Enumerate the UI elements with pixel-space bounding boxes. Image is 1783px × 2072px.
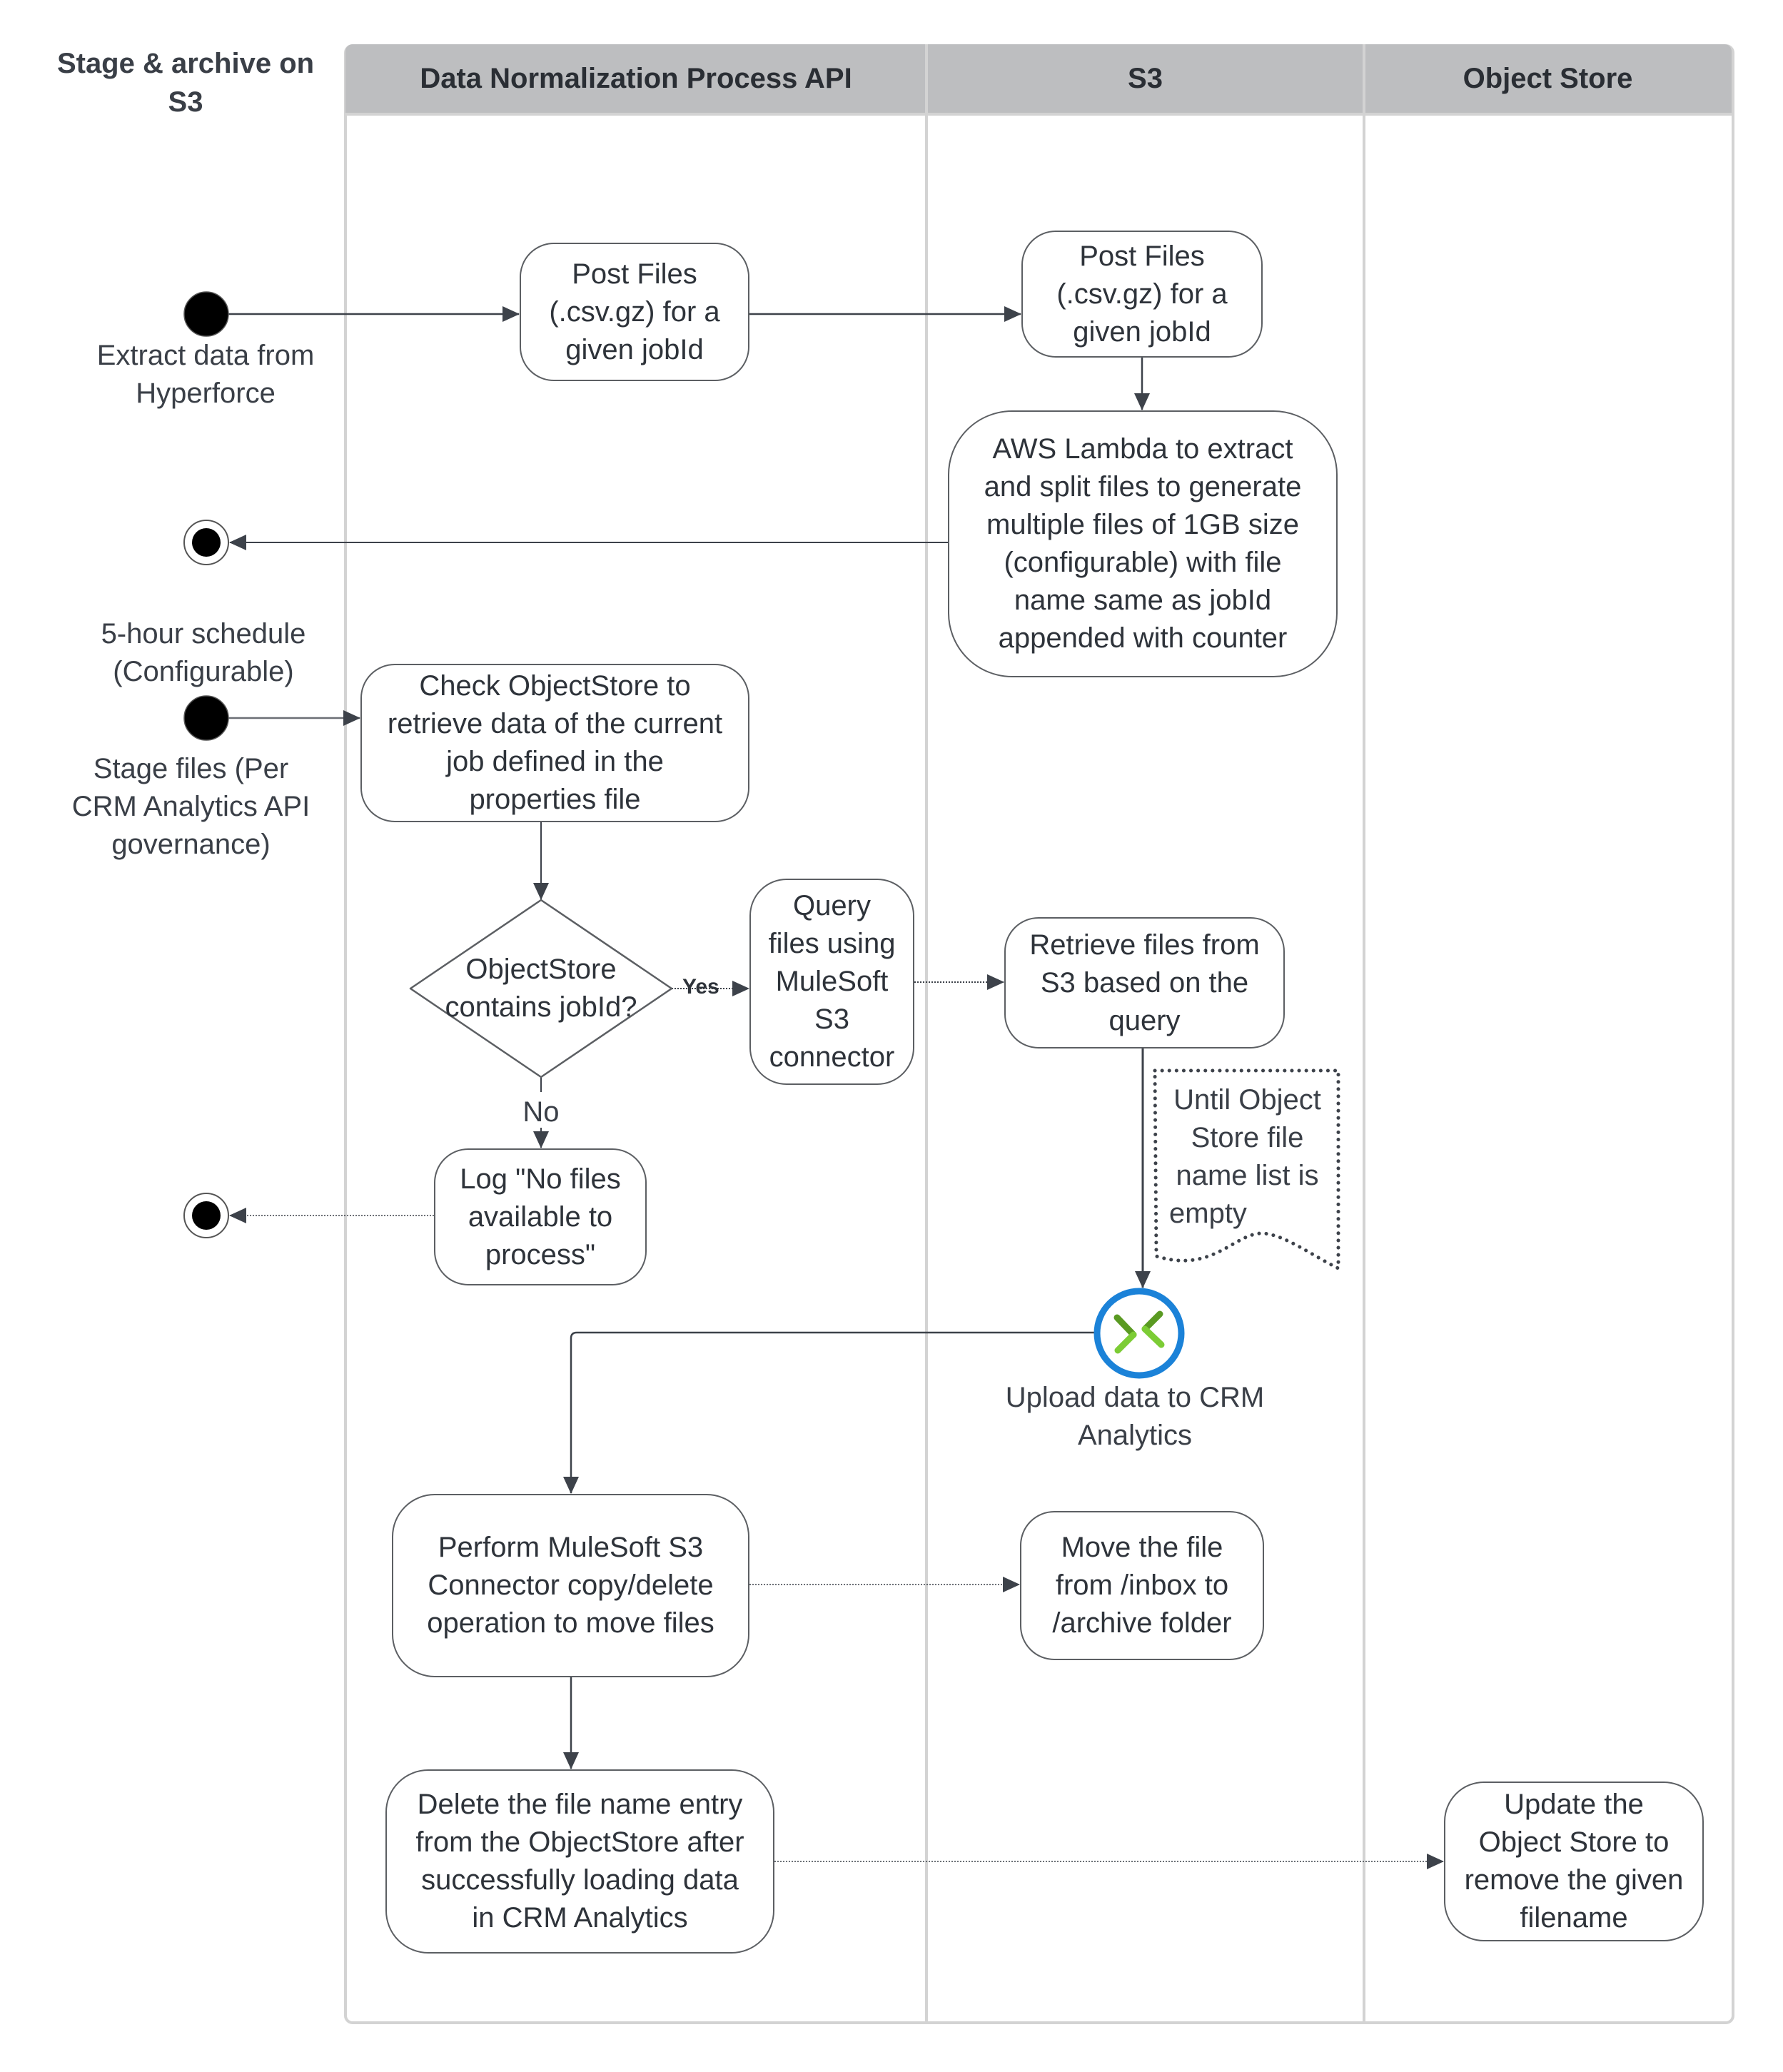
node-update-objectstore[interactable]: Update the Object Store to remove the gi…: [1444, 1782, 1704, 1941]
note-line: name list is: [1176, 1160, 1319, 1191]
node-text: properties file: [469, 784, 641, 815]
node-text: operation to move files: [427, 1607, 714, 1639]
node-text: from the ObjectStore after: [415, 1826, 744, 1858]
node-text: files using: [768, 928, 896, 959]
node-text: (.csv.gz) for a: [1056, 278, 1228, 310]
node-text: Object Store to: [1478, 1826, 1670, 1858]
end-node-1-core: [192, 528, 221, 557]
node-text: from /inbox to: [1055, 1570, 1229, 1601]
label-line: Stage files (Per: [93, 753, 289, 784]
note-line: Store file: [1191, 1122, 1304, 1153]
node-post-files-s3[interactable]: Post Files (.csv.gz) for a given jobId: [1021, 231, 1263, 358]
crm-analytics-upload-icon[interactable]: [1093, 1288, 1185, 1379]
node-text: successfully loading data: [421, 1864, 739, 1896]
edge-label-yes: Yes: [682, 975, 719, 999]
edge-label-no: No: [512, 1093, 570, 1131]
label-line: Upload data to CRM: [1005, 1382, 1265, 1413]
start-label-schedule: 5-hour schedule (Configurable): [64, 615, 343, 691]
label-line: Hyperforce: [136, 378, 276, 409]
node-text: Delete the file name entry: [417, 1789, 743, 1820]
node-text: Connector copy/delete: [428, 1570, 714, 1601]
node-text: appended with counter: [998, 622, 1288, 654]
start-label-extract: Extract data from Hyperforce: [70, 337, 341, 413]
node-text: contains jobId?: [445, 991, 637, 1023]
end-node-2-core: [192, 1201, 221, 1230]
node-text: (configurable) with file: [1004, 547, 1282, 578]
node-text: Retrieve files from: [1029, 929, 1260, 961]
node-text: Log "No files: [460, 1163, 621, 1195]
node-text: remove the given: [1464, 1864, 1684, 1896]
label-line: Extract data from: [96, 340, 315, 371]
start-node-schedule: [183, 695, 229, 741]
node-text: name same as jobId: [1014, 585, 1272, 616]
node-text: job defined in the: [446, 746, 664, 777]
node-text: and split files to generate: [984, 471, 1302, 502]
node-text: process": [485, 1238, 596, 1270]
node-text: in CRM Analytics: [472, 1902, 688, 1934]
node-text: ObjectStore: [465, 954, 617, 985]
node-text: Check ObjectStore to: [419, 670, 691, 702]
note-line: empty: [1169, 1198, 1247, 1229]
node-text: Perform MuleSoft S3: [438, 1532, 704, 1563]
note-line: Until Object: [1173, 1084, 1321, 1116]
label-line: No: [522, 1096, 560, 1128]
node-text: multiple files of 1GB size: [986, 509, 1299, 540]
node-text: MuleSoft: [775, 966, 889, 997]
node-move-file[interactable]: Move the file from /inbox to /archive fo…: [1020, 1511, 1264, 1660]
label-line: governance): [111, 829, 271, 860]
node-text: available to: [468, 1201, 613, 1233]
label-line: 5-hour schedule: [101, 618, 306, 650]
node-text: Query: [793, 890, 871, 921]
node-log-no-files[interactable]: Log "No files available to process": [434, 1148, 647, 1285]
node-text: /archive folder: [1052, 1607, 1232, 1639]
start-node-extract: [183, 291, 229, 337]
label-line: (Configurable): [113, 656, 294, 687]
node-text: retrieve data of the current: [387, 708, 723, 739]
node-check-objectstore[interactable]: Check ObjectStore to retrieve data of th…: [360, 664, 749, 822]
node-text: given jobId: [1073, 315, 1211, 348]
node-query-files[interactable]: Query files using MuleSoft S3 connector: [749, 879, 914, 1085]
node-text: Post Files: [1079, 240, 1205, 272]
upload-label: Upload data to CRM Analytics: [992, 1379, 1278, 1455]
decision-text: ObjectStore contains jobId?: [410, 951, 672, 1026]
node-text: AWS Lambda to extract: [992, 433, 1293, 465]
node-text: (.csv.gz) for a: [549, 295, 720, 328]
label-line: CRM Analytics API: [71, 791, 310, 822]
node-text: S3: [814, 1004, 849, 1035]
start-label-stage-files: Stage files (Per CRM Analytics API gover…: [50, 750, 332, 864]
node-text: connector: [769, 1041, 895, 1073]
node-text: given jobId: [565, 333, 704, 365]
node-delete-entry[interactable]: Delete the file name entry from the Obje…: [385, 1769, 774, 1954]
node-aws-lambda[interactable]: AWS Lambda to extract and split files to…: [948, 410, 1338, 677]
node-post-files-api[interactable]: Post Files (.csv.gz) for a given jobId: [520, 243, 749, 381]
loop-note-text: Until Object Store file name list is emp…: [1156, 1081, 1338, 1233]
node-text: query: [1108, 1004, 1181, 1036]
node-perform-copy-delete[interactable]: Perform MuleSoft S3 Connector copy/delet…: [392, 1494, 749, 1677]
node-text: filename: [1520, 1902, 1628, 1934]
node-text: Post Files: [572, 258, 697, 290]
label-line: Analytics: [1077, 1420, 1193, 1451]
node-text: Move the file: [1061, 1532, 1223, 1563]
node-text: S3 based on the: [1040, 966, 1249, 999]
node-text: Update the: [1504, 1789, 1644, 1820]
node-retrieve-files[interactable]: Retrieve files from S3 based on the quer…: [1004, 917, 1285, 1048]
